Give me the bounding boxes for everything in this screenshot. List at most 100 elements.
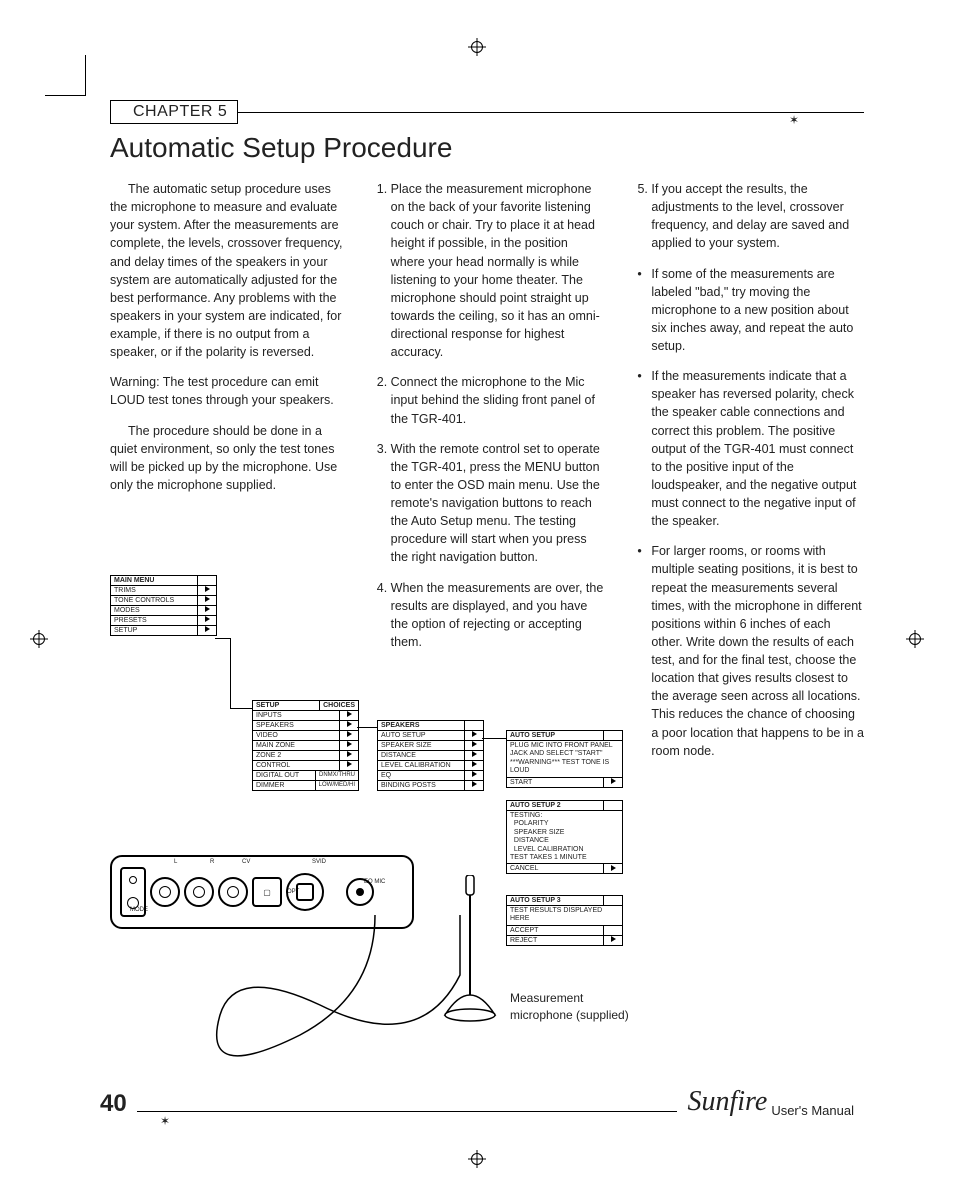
note-2: If the measurements indicate that a spea… [631,367,864,530]
auto2-cancel: CANCEL [507,864,603,873]
connector [215,638,230,639]
connector [482,738,506,739]
step-5: If you accept the results, the adjustmen… [651,180,864,253]
auto1-note: PLUG MIC INTO FRONT PANEL JACK AND SELEC… [507,741,622,777]
mic-caption: Measurement microphone (supplied) [510,990,630,1024]
arrow-icon [603,936,622,945]
arrow-icon [339,751,358,760]
registration-mark-top [468,38,486,61]
opt-port [286,873,324,911]
page-title: Automatic Setup Procedure [110,132,864,164]
menu-item: INPUTS [253,711,339,720]
arrow-icon [339,721,358,730]
menu-item: EQ [378,771,464,780]
menu-item: VIDEO [253,731,339,740]
environment-paragraph: The procedure should be done in a quiet … [110,422,343,495]
arrow-icon [197,606,216,615]
page-footer: 40 Sunfire User's Manual [100,1086,854,1118]
auto3-reject: REJECT [507,936,603,945]
note-1: If some of the measurements are labeled … [631,265,864,356]
notes-list: If some of the measurements are labeled … [631,265,864,760]
manual-page: ✶ ✶ CHAPTER 5 Automatic Setup Procedure … [0,0,954,1193]
setup-col2: CHOICES [319,701,358,710]
setup-title: SETUP [253,701,319,710]
osd-main-menu: MAIN MENU TRIMS TONE CONTROLS MODES PRES… [110,575,217,636]
menu-item: BINDING POSTS [378,781,464,790]
arrow-icon [464,751,483,760]
jack-r [184,877,214,907]
chapter-label: CHAPTER 5 [110,100,238,124]
menu-item: CONTROL [253,761,339,770]
star-mark-tr: ✶ [789,113,799,127]
auto3-note: TEST RESULTS DISPLAYED HERE [507,906,622,925]
osd-speakers-menu: SPEAKERS AUTO SETUP SPEAKER SIZE DISTANC… [377,720,484,791]
column-3: If you accept the results, the adjustmen… [631,180,864,772]
registration-mark-bottom [468,1150,486,1173]
auto3-title: AUTO SETUP 3 [507,896,603,905]
main-menu-title: MAIN MENU [111,576,197,585]
menu-item: ZONE 2 [253,751,339,760]
osd-auto-setup-menu: AUTO SETUP PLUG MIC INTO FRONT PANEL JAC… [506,730,623,788]
auto1-title: AUTO SETUP [507,731,603,740]
connector [230,708,252,709]
jack-cv [218,877,248,907]
svid-port: ▢ [252,877,282,907]
menu-item: SETUP [111,626,197,635]
arrow-icon [464,771,483,780]
menu-item: SPEAKERS [253,721,339,730]
osd-setup-menu: SETUPCHOICES INPUTS SPEAKERS VIDEO MAIN … [252,700,359,791]
brand-logo: Sunfire [687,1086,767,1118]
auto2-note: TESTING: POLARITY SPEAKER SIZE DISTANCE … [507,811,622,863]
auto3-accept: ACCEPT [507,926,603,935]
step-2: Connect the microphone to the Mic input … [391,373,604,427]
auto2-title: AUTO SETUP 2 [507,801,603,810]
speakers-title: SPEAKERS [378,721,464,730]
footer-rule [137,1111,678,1112]
arrow-icon [603,778,622,787]
menu-value: LOW/MED/HI [315,781,358,790]
menu-item: DIGITAL OUT [253,771,315,780]
arrow-icon [197,626,216,635]
menu-item: PRESETS [111,616,197,625]
menu-item: TONE CONTROLS [111,596,197,605]
intro-paragraph: The automatic setup procedure uses the m… [110,180,343,361]
arrow-icon [464,731,483,740]
steps-list-cont: If you accept the results, the adjustmen… [631,180,864,253]
manual-label: User's Manual [771,1103,854,1118]
arrow-icon [339,761,358,770]
menu-item: DISTANCE [378,751,464,760]
step-1: Place the measurement microphone on the … [391,180,604,361]
arrow-icon [339,741,358,750]
menu-item: MAIN ZONE [253,741,339,750]
arrow-icon [464,741,483,750]
mic-cable [160,915,480,1075]
power-section [120,867,146,917]
note-3: For larger rooms, or rooms with multiple… [631,542,864,760]
registration-mark-left [30,630,48,653]
menu-value: DNMX/THRU [315,771,358,780]
step-3: With the remote control set to operate t… [391,440,604,567]
arrow-icon [603,864,622,873]
connector [230,638,231,708]
warning-paragraph: Warning: The test procedure can emit LOU… [110,373,343,409]
measurement-microphone-icon [440,875,500,1055]
arrow-icon [464,781,483,790]
menu-item: DIMMER [253,781,315,790]
connector [357,727,377,728]
eq-mic-jack [346,878,374,906]
arrow-icon [339,711,358,720]
arrow-icon [197,616,216,625]
crop-mark-tl [45,55,86,96]
arrow-icon [197,586,216,595]
auto1-start: START [507,778,603,787]
menu-item: MODES [111,606,197,615]
registration-mark-right [906,630,924,653]
chapter-rule-line [238,112,864,113]
menu-item: SPEAKER SIZE [378,741,464,750]
osd-auto-setup2-menu: AUTO SETUP 2 TESTING: POLARITY SPEAKER S… [506,800,623,874]
menu-item: AUTO SETUP [378,731,464,740]
menu-item: TRIMS [111,586,197,595]
arrow-icon [464,761,483,770]
menu-item: LEVEL CALIBRATION [378,761,464,770]
chapter-header: CHAPTER 5 [110,100,864,124]
